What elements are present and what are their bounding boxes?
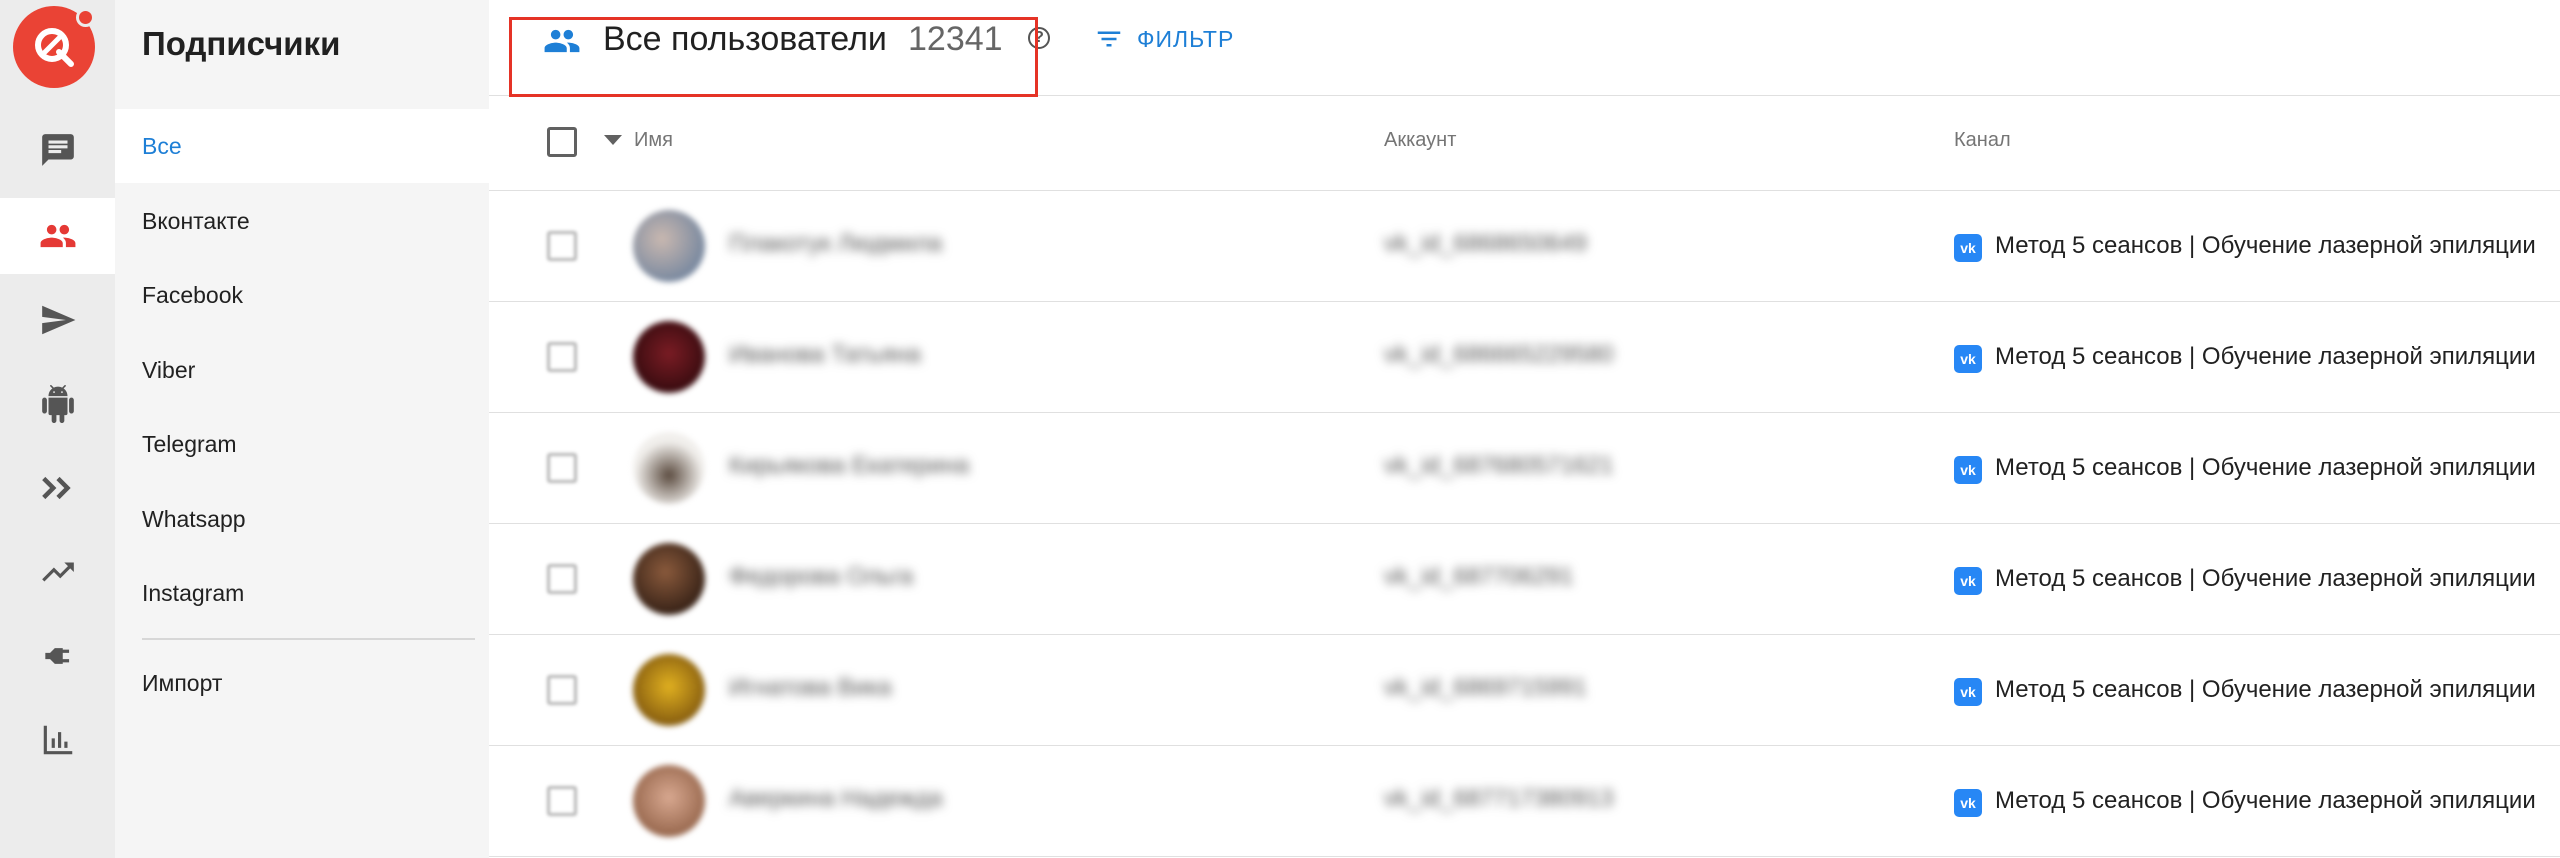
user-name: Игнатова Вика <box>729 674 892 701</box>
row-checkbox[interactable] <box>547 786 577 816</box>
subnav-divider <box>142 638 475 640</box>
main-content: Все пользователи 12341 ? ФИЛЬТР Имя Акка… <box>489 0 2560 858</box>
send-icon <box>41 305 75 335</box>
rail-subscribers[interactable] <box>0 198 115 274</box>
row-checkbox[interactable] <box>547 453 577 483</box>
vk-icon: vk <box>1954 567 1982 595</box>
filter-label: ФИЛЬТР <box>1137 25 1235 52</box>
channel-name: Метод 5 сеансов | Обучение лазерной эпил… <box>1995 787 2536 814</box>
column-name[interactable]: Имя <box>634 129 673 152</box>
table-row[interactable]: Плакотук Людмила vk_id_6868650649 vk Мет… <box>489 191 2560 302</box>
table-row[interactable]: Кирьякова Екатерина vk_id_687680571621 v… <box>489 413 2560 524</box>
row-checkbox[interactable] <box>547 342 577 372</box>
avatar <box>633 321 705 393</box>
column-channel: Канал <box>1954 129 2011 151</box>
subnav-item-instagram[interactable]: Instagram <box>115 556 489 630</box>
avatar <box>633 543 705 615</box>
table-row[interactable]: Федорова Ольга vk_id_687706291 vk Метод … <box>489 524 2560 635</box>
subnav-item-viber[interactable]: Viber <box>115 333 489 407</box>
row-checkbox[interactable] <box>547 675 577 705</box>
rail-bots[interactable] <box>0 366 115 442</box>
rail-messages[interactable] <box>0 112 115 188</box>
avatar <box>633 765 705 837</box>
plug-icon <box>44 648 69 664</box>
avatar <box>633 432 705 504</box>
column-account: Аккаунт <box>1384 129 1457 151</box>
rail-funnels[interactable] <box>0 450 115 526</box>
row-checkbox[interactable] <box>547 564 577 594</box>
row-checkbox[interactable] <box>547 231 577 261</box>
user-account: vk_id_687717380913 <box>1384 785 1614 812</box>
user-name: Плакотук Людмила <box>729 230 943 257</box>
table-row[interactable]: Аверкина Надежда vk_id_687717380913 vk М… <box>489 746 2560 857</box>
user-name: Федорова Ольга <box>729 563 914 590</box>
highlight-annotation <box>509 17 1038 97</box>
subnav-item-telegram[interactable]: Telegram <box>115 407 489 481</box>
filter-icon <box>1097 31 1121 47</box>
select-all-checkbox[interactable] <box>547 127 577 157</box>
vk-icon: vk <box>1954 678 1982 706</box>
vk-icon: vk <box>1954 456 1982 484</box>
channel-name: Метод 5 сеансов | Обучение лазерной эпил… <box>1995 454 2536 481</box>
chat-icon <box>41 134 74 166</box>
user-account: vk_id_687706291 <box>1384 563 1574 590</box>
avatar <box>633 210 705 282</box>
double-chevron-icon <box>41 476 71 500</box>
sort-arrow-icon[interactable] <box>604 135 622 145</box>
vk-icon: vk <box>1954 234 1982 262</box>
bar-chart-icon <box>43 725 72 755</box>
user-account: vk_id_686665229580 <box>1384 341 1614 368</box>
android-bot-icon <box>41 385 74 423</box>
table-header: Имя Аккаунт Канал <box>489 95 2560 191</box>
channel-name: Метод 5 сеансов | Обучение лазерной эпил… <box>1995 343 2536 370</box>
rail-growth[interactable] <box>0 534 115 610</box>
notification-dot <box>76 8 95 27</box>
page-header: Все пользователи 12341 ? ФИЛЬТР <box>489 0 2560 97</box>
rail-analytics[interactable] <box>0 702 115 778</box>
rail-broadcast[interactable] <box>0 282 115 358</box>
user-account: vk_id_687680571621 <box>1384 452 1614 479</box>
subnav-item-vkontakte[interactable]: Вконтакте <box>115 184 489 258</box>
subscribers-subnav: Подписчики Все Вконтакте Facebook Viber … <box>115 0 489 858</box>
vk-icon: vk <box>1954 789 1982 817</box>
user-name: Кирьякова Екатерина <box>729 452 970 479</box>
trending-up-icon <box>41 562 74 582</box>
user-account: vk_id_6868650649 <box>1384 230 1587 257</box>
channel-name: Метод 5 сеансов | Обучение лазерной эпил… <box>1995 565 2536 592</box>
subnav-item-facebook[interactable]: Facebook <box>115 258 489 332</box>
user-account: vk_id_6869715991 <box>1384 674 1587 701</box>
channel-name: Метод 5 сеансов | Обучение лазерной эпил… <box>1995 676 2536 703</box>
user-name: Аверкина Надежда <box>729 785 943 812</box>
filter-button[interactable]: ФИЛЬТР <box>1093 24 1234 54</box>
table-row[interactable]: Иванова Татьяна vk_id_686665229580 vk Ме… <box>489 302 2560 413</box>
channel-name: Метод 5 сеансов | Обучение лазерной эпил… <box>1995 232 2536 259</box>
subnav-item-import[interactable]: Импорт <box>115 646 489 720</box>
users-icon <box>40 224 75 248</box>
icon-rail <box>0 0 115 858</box>
rail-integrations[interactable] <box>0 618 115 694</box>
table-row[interactable]: Игнатова Вика vk_id_6869715991 vk Метод … <box>489 635 2560 746</box>
subnav-title: Подписчики <box>142 25 341 62</box>
user-name: Иванова Татьяна <box>729 341 921 368</box>
vk-icon: vk <box>1954 345 1982 373</box>
avatar <box>633 654 705 726</box>
subnav-item-all[interactable]: Все <box>115 109 489 183</box>
subnav-item-whatsapp[interactable]: Whatsapp <box>115 482 489 556</box>
